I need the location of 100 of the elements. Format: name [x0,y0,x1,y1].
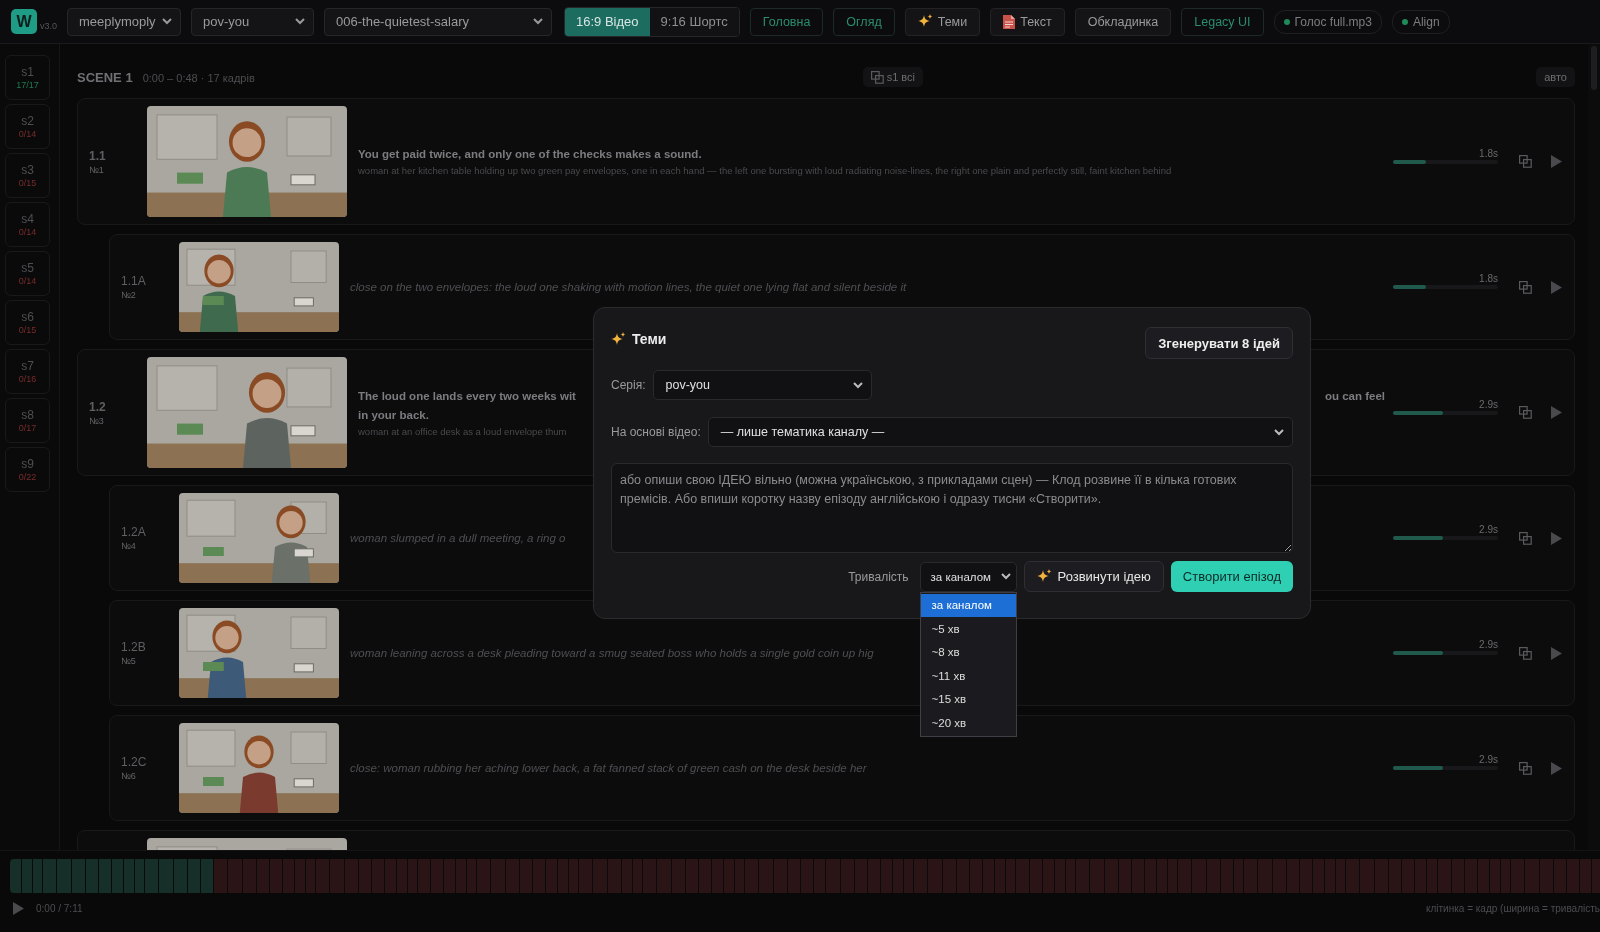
scene-count: 0/17 [18,423,37,433]
scene-label: s6 [21,310,34,324]
nav-link[interactable]: Огляд [833,7,895,36]
timeline-track[interactable] [10,859,1600,893]
play-icon[interactable] [1551,280,1562,294]
copy-icon[interactable] [1519,761,1532,775]
nav-link[interactable]: Legacy UI [1181,7,1264,36]
dropdown-option[interactable]: ~20 хв [920,711,1016,735]
frame-id: 1.2 [89,399,107,414]
duration-label: 1.8s [1478,147,1498,160]
document-icon [1003,14,1016,29]
nav-link[interactable]: Головна [749,7,824,36]
create-button[interactable]: Створити епізод [1170,561,1293,592]
timeline-legend: клітинка = кадр (ширина = тривалість [1425,902,1600,914]
status-pill[interactable]: Align [1391,9,1450,34]
playback-time: 0:00 / 7:11 [36,902,83,914]
frame-number: №5 [121,656,137,666]
dropdown-option[interactable]: ~11 хв [920,664,1016,688]
field-label: Серія: [611,378,646,392]
frame-id: 1.2C [121,755,148,769]
scene-label: s2 [21,114,34,128]
copy-icon[interactable] [1519,531,1532,545]
copy-icon[interactable] [1519,646,1532,660]
field-label: На основі відео: [611,425,701,439]
scene-count: 0/15 [18,325,37,335]
dropdown-option[interactable]: ~15 хв [920,687,1016,711]
frame-description: woman slumped in a dull meeting, a ring o [350,531,566,545]
frame-id: 1.1A [121,274,147,288]
scene-count: 0/15 [18,178,37,188]
dropdown-option[interactable]: за каналом [920,593,1016,617]
copy-scene-button[interactable]: s1 всі [862,67,923,87]
frame-number: №3 [89,415,105,426]
dropdown-option[interactable]: ~8 хв [920,640,1016,664]
generate-button[interactable]: Згенерувати 8 ідей [1145,327,1293,359]
play-icon[interactable] [13,901,24,915]
scene-label: s1 [21,65,34,79]
status-pill[interactable]: Голос full.mp3 [1273,9,1382,34]
select-field[interactable]: pov-you [191,7,314,36]
app-logo[interactable]: W [11,9,37,34]
format-tab[interactable]: 9:16 Шортс [649,7,739,36]
frame-title: in your back. [358,407,430,423]
frame-id: 1.1 [89,148,107,163]
scene-meta: 0:00 – 0:48 · 17 кадрів [142,71,255,84]
scene-label: s7 [21,359,34,373]
play-icon[interactable] [1551,406,1562,419]
nav-button[interactable]: Обкладинка [1074,7,1172,36]
duration-label: 2.9s [1478,398,1498,411]
frame-title: The loud one lands every two weeks wit [358,388,576,404]
chevron-icon [1000,573,1011,580]
copy-icon[interactable] [1519,155,1532,168]
scene-title: SCENE 1 [77,69,133,85]
copy-icon[interactable] [1519,280,1532,294]
select-field[interactable]: — лише тематика каналу — [707,417,1293,447]
version-label: v3.0 [40,20,57,31]
scene-count: 17/17 [16,80,39,90]
nav-button[interactable]: Теми [904,7,981,36]
scene-count: 0/16 [18,374,37,384]
select-field[interactable]: meeplymoply [67,7,181,36]
chevron-icon [1274,428,1284,436]
frame-description: close on the two envelopes: the loud one shaking with motion lines, the quiet one lying flat and silent beside it [350,280,907,294]
idea-field[interactable]: або опиши свою ІДЕЮ вільно (можна українською, з прикладами сцен) — Клод розвине її в кілька готових премісів. Або впиши коротку назву епізоду англійською і одразу тисни «Створити». [611,463,1293,553]
frame-description: woman leaning across a desk pleading toward a smug seated boss who holds a single gold coin up hig [350,646,874,660]
frame-number: №4 [121,541,137,551]
dialog-title: Теми [632,331,667,347]
play-icon[interactable] [1551,761,1562,775]
nav-button[interactable]: Текст [990,7,1065,36]
dropdown-option[interactable]: ~5 хв [920,617,1016,641]
chevron-icon [533,18,543,25]
chevron-icon [295,18,305,25]
frame-title: You get paid twice, and only one of the checks makes a sound. [358,147,702,162]
play-icon[interactable] [1551,646,1562,660]
scene-count: 0/14 [18,276,37,286]
frame-number: №6 [121,771,137,781]
scene-tab[interactable]: s1 17/17 [5,55,50,100]
develop-button[interactable]: Розвинути ідею [1023,561,1164,592]
scene-count: 0/14 [18,129,37,139]
play-icon[interactable] [1551,531,1562,545]
scene-label: s8 [21,408,34,422]
select-field[interactable]: 006-the-quietest-salary [324,7,552,36]
select-field[interactable]: pov-you [652,370,872,400]
select-field[interactable]: за каналом [919,561,1017,592]
field-label: Тривалість [848,569,909,584]
duration-label: 2.9s [1478,639,1498,651]
frame-title: ou can feel [1324,388,1385,404]
frame-number: №1 [89,164,105,175]
copy-icon [870,70,884,84]
duration-label: 1.8s [1478,273,1498,285]
scene-count: 0/22 [18,472,37,482]
scene-label: s5 [21,261,34,275]
frame-number: №2 [121,290,137,300]
scene-label: s3 [21,163,34,177]
frame-description: close: woman rubbing her aching lower back, a fat fanned stack of green cash on the desk beside her [350,761,867,775]
frame-id: 1.2A [121,525,147,539]
scene-count: 0/14 [18,227,37,237]
play-icon[interactable] [1551,155,1562,168]
scene-label: s9 [21,457,34,471]
format-tab[interactable]: 16:9 Відео [565,7,650,36]
copy-icon[interactable] [1519,406,1532,419]
mode-button[interactable]: авто [1536,67,1575,87]
frame-id: 1.2B [121,640,147,654]
